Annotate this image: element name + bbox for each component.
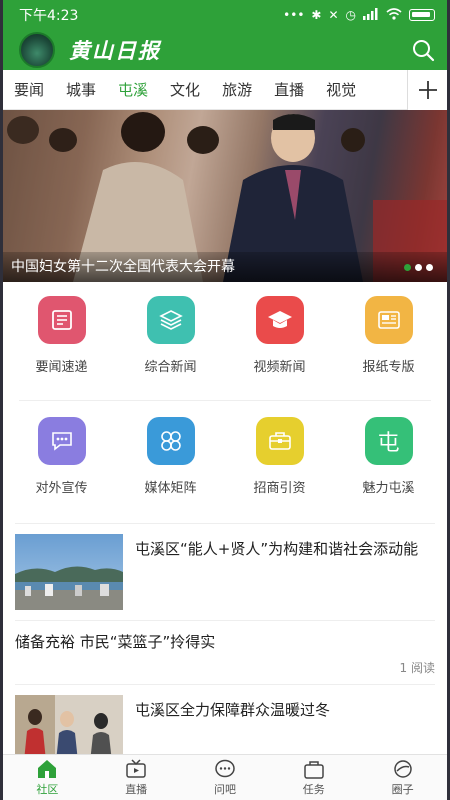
- nav-label: 圈子: [391, 782, 414, 796]
- grid-item-video-news[interactable]: 视频新闻: [225, 296, 334, 396]
- nav-label: 问吧: [213, 782, 236, 796]
- tab-tunxi[interactable]: 屯溪: [107, 70, 159, 110]
- phone-screen: 下午4:23 ••• ✱ ✕ ◷ 黄山日报 要闻 城事 屯溪 文化 旅游 直播 …: [3, 0, 447, 800]
- app-logo: 黄山日报: [69, 38, 161, 63]
- task-bag-icon: [304, 760, 324, 779]
- news-thumbnail: [15, 534, 123, 610]
- signal-icon: [363, 7, 379, 23]
- grid-item-news-express[interactable]: 要闻速递: [7, 296, 116, 396]
- newspaper-page-icon: [364, 296, 413, 344]
- news-item[interactable]: 储备充裕 市民“菜篮子”拎得实 1 阅读: [15, 620, 435, 684]
- grid-item-label: 报纸专版: [362, 360, 415, 375]
- four-circles-icon: [146, 417, 195, 465]
- nav-ask[interactable]: 问吧: [181, 755, 270, 800]
- tab-chengshi[interactable]: 城事: [55, 70, 107, 110]
- carousel-indicator: [404, 264, 433, 271]
- plus-icon: [418, 81, 437, 99]
- search-button[interactable]: [409, 36, 437, 64]
- tab-yaowen[interactable]: 要闻: [3, 70, 55, 110]
- nav-label: 任务: [302, 782, 325, 796]
- channel-tabs: 要闻 城事 屯溪 文化 旅游 直播 视觉: [3, 70, 447, 110]
- app-header: 黄山日报: [3, 30, 447, 70]
- nav-tasks[interactable]: 任务: [269, 755, 358, 800]
- tv-icon: [126, 758, 146, 778]
- tab-shijue[interactable]: 视觉: [315, 70, 367, 110]
- news-item[interactable]: 屯溪区“能人+贤人”为构建和谐社会添动能: [15, 523, 435, 620]
- status-icons: ••• ✱ ✕ ◷: [283, 7, 435, 23]
- notification-dots: •••: [283, 8, 305, 22]
- chat-bubble-icon: [37, 417, 86, 465]
- grid-item-investment[interactable]: 招商引资: [225, 417, 334, 517]
- grid-item-newspaper-edition[interactable]: 报纸专版: [334, 296, 443, 396]
- carousel-dot: [426, 264, 433, 271]
- grid-item-label: 魅力屯溪: [362, 481, 415, 496]
- briefcase-icon: [255, 417, 304, 465]
- nav-circle[interactable]: 圈子: [358, 755, 447, 800]
- nav-label: 直播: [125, 782, 148, 796]
- tab-lvyou[interactable]: 旅游: [211, 70, 263, 110]
- top-band: 下午4:23 ••• ✱ ✕ ◷ 黄山日报: [3, 0, 447, 70]
- chat-dots-icon: [215, 759, 235, 777]
- grid-item-label: 综合新闻: [144, 360, 197, 375]
- bluetooth-icon: ✱: [311, 8, 322, 22]
- grid-divider: [19, 400, 431, 401]
- carousel-dot: [415, 264, 422, 271]
- grid-item-general-news[interactable]: 综合新闻: [116, 296, 225, 396]
- grid-item-label: 媒体矩阵: [144, 481, 197, 496]
- nav-live[interactable]: 直播: [92, 755, 181, 800]
- nav-label: 社区: [36, 782, 59, 796]
- grid-item-label: 视频新闻: [253, 360, 306, 375]
- status-bar: 下午4:23 ••• ✱ ✕ ◷: [3, 0, 447, 30]
- tab-zhibo[interactable]: 直播: [263, 70, 315, 110]
- layers-icon: [146, 296, 195, 344]
- tunxi-glyph: 屯: [377, 431, 400, 456]
- mute-icon: ✕: [328, 8, 339, 22]
- grid-item-charming-tunxi[interactable]: 屯 魅力屯溪: [334, 417, 443, 517]
- nav-community[interactable]: 社区: [3, 755, 92, 800]
- avatar[interactable]: [19, 32, 55, 68]
- grid-item-label: 要闻速递: [35, 360, 88, 375]
- banner-caption: 中国妇女第十二次全国代表大会开幕: [3, 252, 447, 282]
- circle-icon: [393, 759, 412, 778]
- alarm-icon: ◷: [345, 8, 356, 22]
- grid-item-media-matrix[interactable]: 媒体矩阵: [116, 417, 225, 517]
- category-grid: 要闻速递 综合新闻 视频新闻 报纸专版 对外宣传 媒体矩阵 招商引资 屯 魅力屯…: [3, 282, 447, 523]
- status-time: 下午4:23: [19, 8, 79, 24]
- news-title: 储备充裕 市民“菜篮子”拎得实: [15, 633, 216, 651]
- search-icon: [413, 40, 435, 62]
- news-list: 屯溪区“能人+贤人”为构建和谐社会添动能 储备充裕 市民“菜篮子”拎得实 1 阅…: [3, 523, 447, 781]
- bottom-nav: 社区 直播 问吧 任务 圈子: [3, 754, 447, 800]
- battery-icon: [409, 9, 435, 21]
- tunxi-character-icon: 屯: [364, 417, 413, 465]
- wifi-icon: [386, 7, 402, 23]
- carousel-dot: [404, 264, 411, 271]
- grid-item-external-publicity[interactable]: 对外宣传: [7, 417, 116, 517]
- headline-banner[interactable]: 中国妇女第十二次全国代表大会开幕: [3, 110, 447, 282]
- home-icon: [38, 759, 57, 778]
- news-title: 屯溪区“能人+贤人”为构建和谐社会添动能: [135, 540, 419, 558]
- add-channel-button[interactable]: [407, 70, 447, 110]
- grid-item-label: 招商引资: [253, 481, 306, 496]
- tab-wenhua[interactable]: 文化: [159, 70, 211, 110]
- grid-item-label: 对外宣传: [35, 481, 88, 496]
- newspaper-icon: [37, 296, 86, 344]
- graduation-cap-icon: [255, 296, 304, 344]
- read-count: 1 阅读: [399, 661, 435, 675]
